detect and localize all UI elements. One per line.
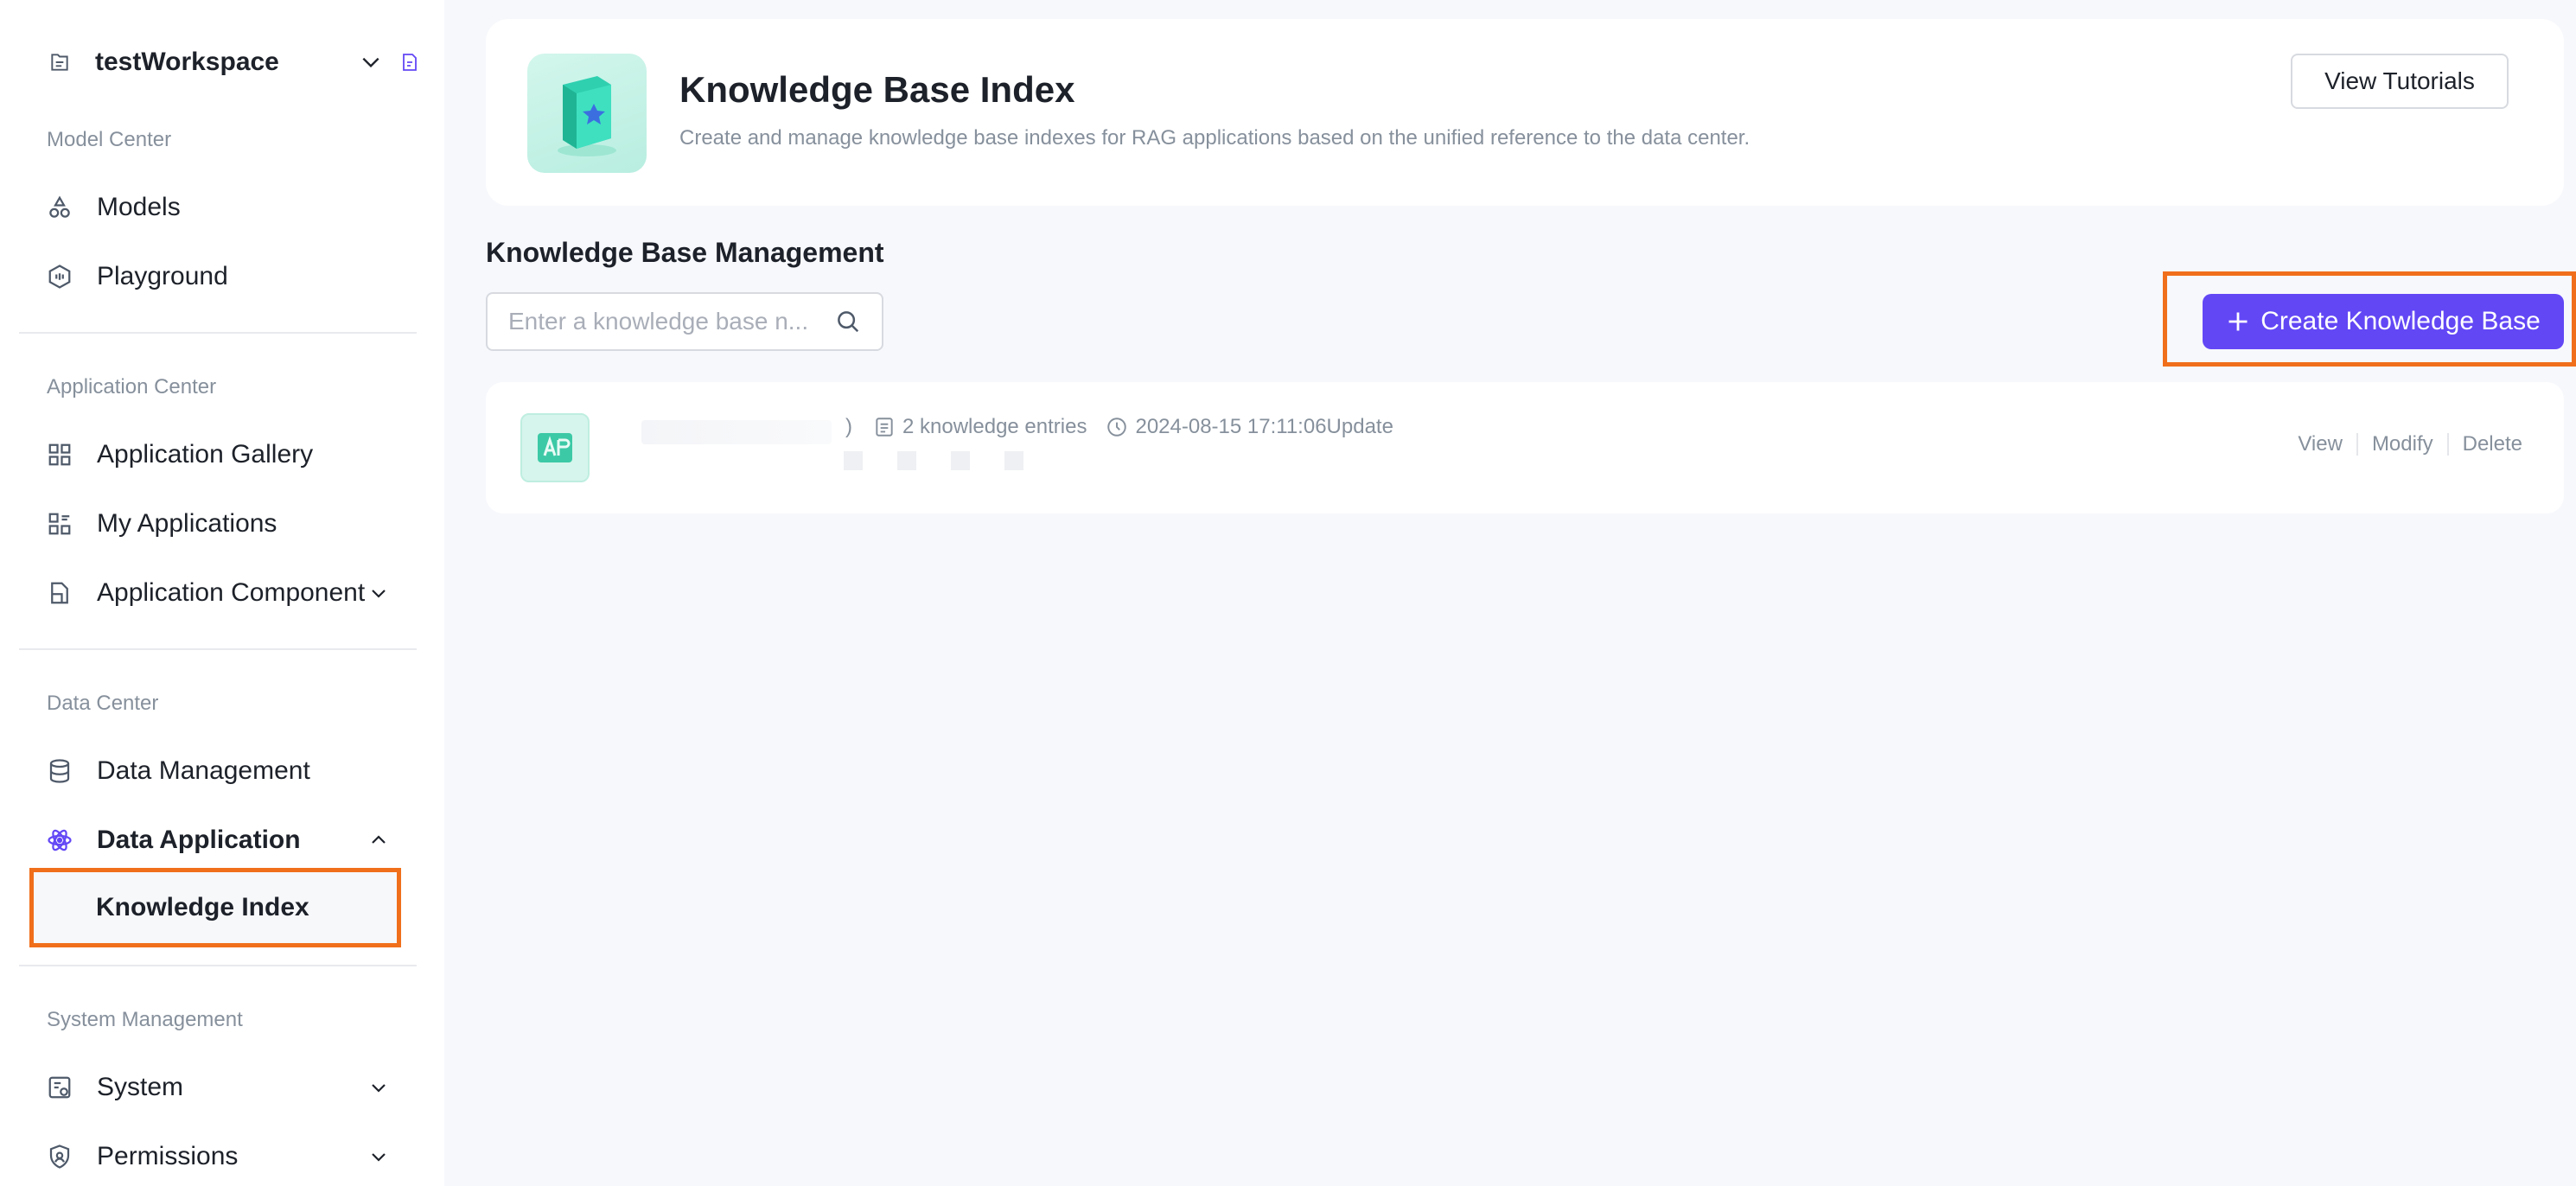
knowledge-base-icon xyxy=(520,413,590,482)
section-title-model-center: Model Center xyxy=(47,128,172,151)
sidebar-item-models[interactable]: Models xyxy=(47,182,410,233)
shield-icon xyxy=(47,1144,73,1170)
section-title-data-center: Data Center xyxy=(47,692,159,715)
knowledge-entries-count: 2 knowledge entries xyxy=(902,415,1087,438)
divider xyxy=(19,648,417,650)
sidebar-item-permissions[interactable]: Permissions xyxy=(47,1131,410,1183)
knowledge-base-description-redacted xyxy=(844,451,1034,470)
meta-prefix: ) xyxy=(845,415,852,438)
component-icon xyxy=(47,580,73,606)
chevron-down-icon[interactable] xyxy=(360,51,382,73)
search-input[interactable] xyxy=(508,308,826,335)
app-root: testWorkspace Model Center Models Playgr… xyxy=(0,0,2576,1186)
page-title: Knowledge Base Index xyxy=(679,69,1075,110)
chevron-down-icon[interactable] xyxy=(368,1146,389,1167)
view-link[interactable]: View xyxy=(2284,432,2356,456)
sidebar-subitem-label: Knowledge Index xyxy=(96,893,309,921)
system-icon xyxy=(47,1074,73,1100)
create-knowledge-base-button[interactable]: Create Knowledge Base xyxy=(2203,294,2564,349)
workspace-name: testWorkspace xyxy=(95,48,279,76)
modify-link[interactable]: Modify xyxy=(2358,432,2447,456)
sidebar-item-label: My Applications xyxy=(97,509,277,538)
chevron-down-icon[interactable] xyxy=(368,583,389,603)
sidebar-item-label: Permissions xyxy=(97,1142,239,1170)
divider xyxy=(19,965,417,966)
knowledge-base-card[interactable]: ) 2 knowledge entries 2024-08-15 17:11:0… xyxy=(486,382,2564,513)
document-icon[interactable] xyxy=(399,51,420,73)
divider xyxy=(19,332,417,334)
page-description: Create and manage knowledge base indexes… xyxy=(679,126,1750,150)
delete-link[interactable]: Delete xyxy=(2449,432,2522,456)
apps-icon xyxy=(47,511,73,537)
atom-icon xyxy=(47,827,73,853)
sidebar-subitem-knowledge-index[interactable]: Knowledge Index xyxy=(29,868,401,947)
database-icon xyxy=(47,758,73,784)
section-title-knowledge-base-management: Knowledge Base Management xyxy=(486,237,884,268)
sidebar-item-label: Models xyxy=(97,193,181,221)
sidebar-item-system[interactable]: System xyxy=(47,1062,410,1113)
chevron-down-icon[interactable] xyxy=(368,1077,389,1098)
search-icon[interactable] xyxy=(835,309,861,335)
search-box xyxy=(486,292,883,351)
folder-icon xyxy=(51,54,68,71)
section-title-application-center: Application Center xyxy=(47,375,217,399)
sidebar-item-label: Playground xyxy=(97,262,228,290)
sidebar: testWorkspace Model Center Models Playgr… xyxy=(0,0,444,1186)
chevron-up-icon[interactable] xyxy=(368,830,389,851)
clock-icon xyxy=(1107,418,1127,437)
sidebar-item-label: System xyxy=(97,1073,184,1101)
create-button-label: Create Knowledge Base xyxy=(2260,307,2541,335)
document-icon xyxy=(876,418,893,437)
update-timestamp: 2024-08-15 17:11:06Update xyxy=(1135,415,1393,438)
sidebar-item-label: Data Application xyxy=(97,826,301,854)
view-tutorials-button[interactable]: View Tutorials xyxy=(2291,54,2509,109)
playground-icon xyxy=(47,264,73,290)
plus-icon xyxy=(2228,312,2248,331)
sidebar-item-application-gallery[interactable]: Application Gallery xyxy=(47,429,410,481)
section-title-system-management: System Management xyxy=(47,1008,243,1031)
knowledge-base-hero-icon xyxy=(527,54,647,173)
sidebar-item-data-management[interactable]: Data Management xyxy=(47,745,410,797)
knowledge-base-actions: View Modify Delete xyxy=(2284,432,2522,456)
header-card: Knowledge Base Index Create and manage k… xyxy=(486,19,2564,206)
sidebar-item-label: Application Component xyxy=(97,578,366,607)
knowledge-base-name-redacted xyxy=(641,420,832,444)
sidebar-item-application-component[interactable]: Application Component xyxy=(47,567,410,619)
sidebar-item-data-application[interactable]: Data Application xyxy=(47,814,410,866)
sidebar-item-my-applications[interactable]: My Applications xyxy=(47,498,410,550)
knowledge-base-meta: ) 2 knowledge entries 2024-08-15 17:11:0… xyxy=(845,415,1393,439)
sidebar-item-label: Data Management xyxy=(97,756,310,785)
workspace-selector[interactable]: testWorkspace xyxy=(48,38,420,86)
models-icon xyxy=(47,194,73,220)
sidebar-item-label: Application Gallery xyxy=(97,440,314,469)
sidebar-item-playground[interactable]: Playground xyxy=(47,251,410,303)
grid-icon xyxy=(47,442,73,468)
